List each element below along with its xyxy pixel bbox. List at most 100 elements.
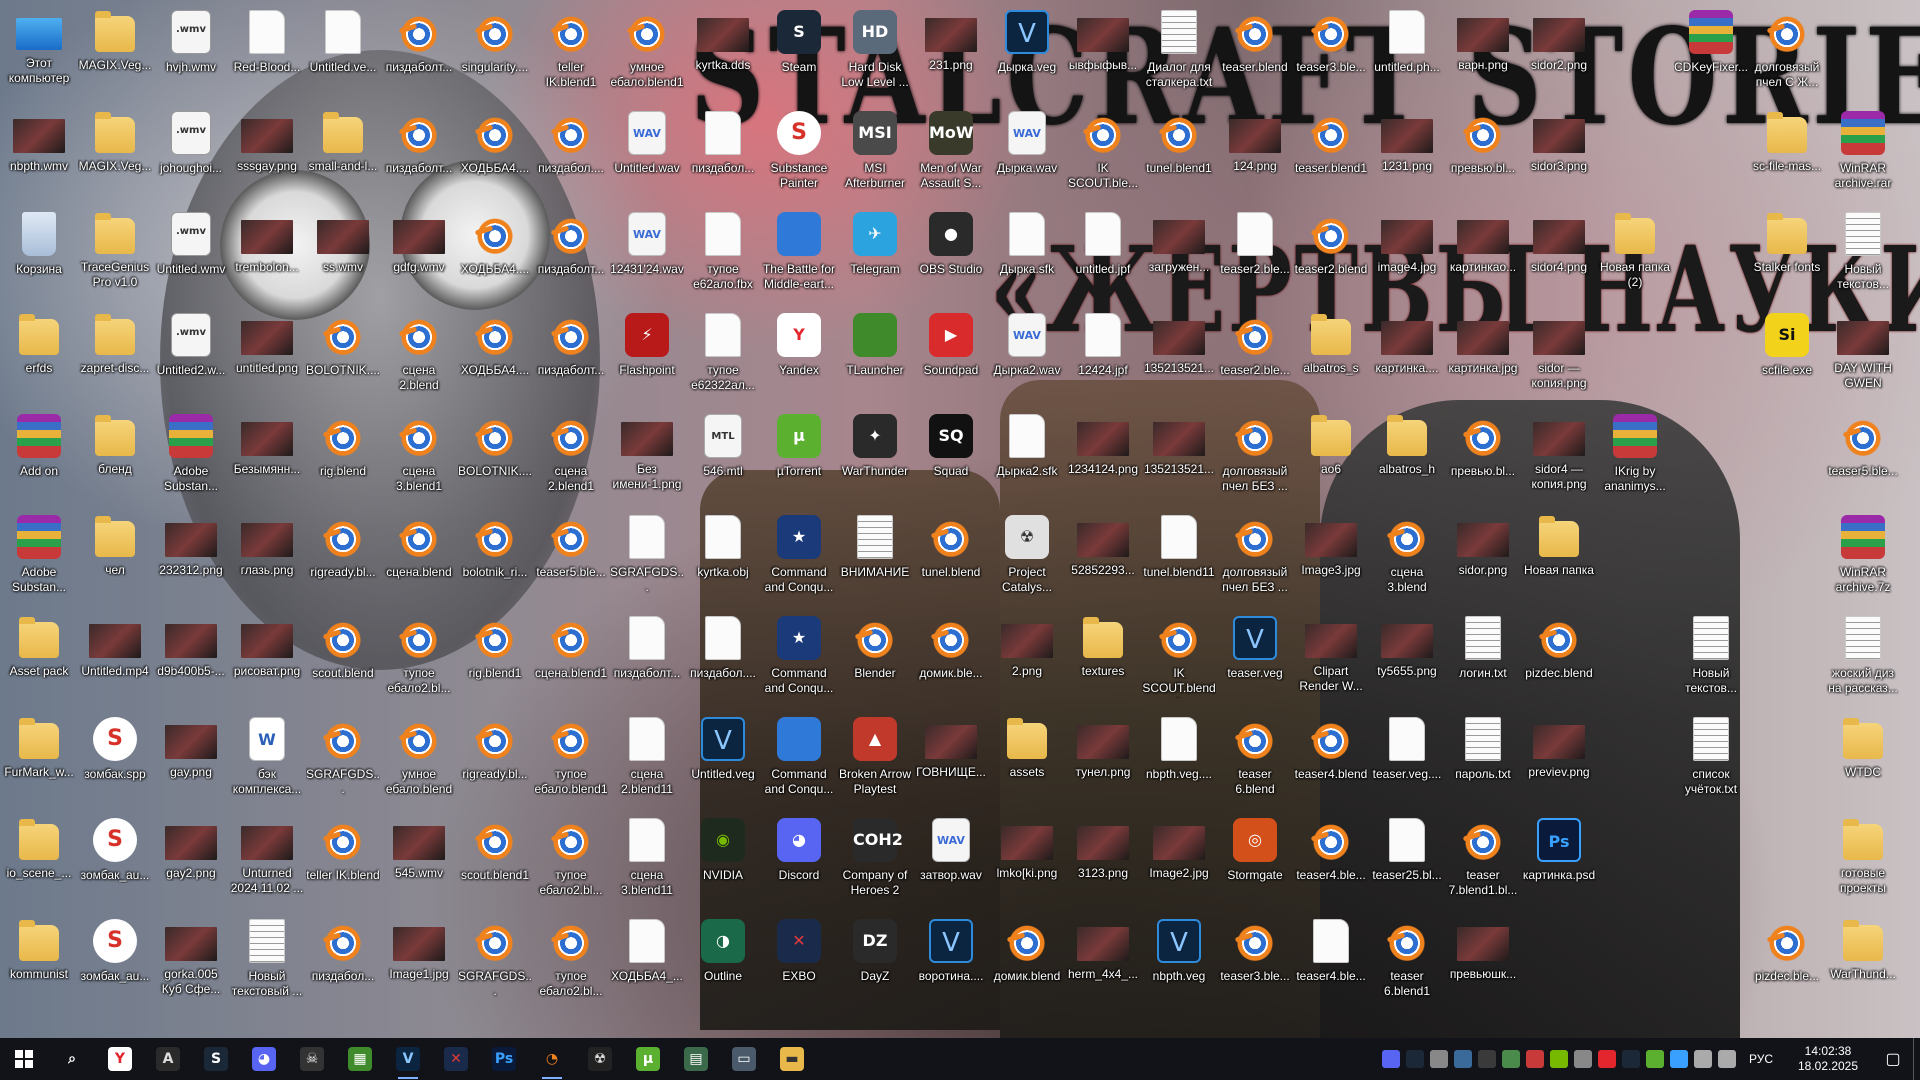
desktop-icon[interactable]: сцена 3.blend1: [382, 408, 456, 504]
desktop-icon[interactable]: ◕ Discord: [762, 812, 836, 908]
desktop-icon[interactable]: 135213521...: [1142, 307, 1216, 403]
desktop-icon[interactable]: Command and Conqu...: [762, 711, 836, 807]
desktop-icon[interactable]: тупое ебало2.bl...: [382, 610, 456, 706]
taskbar-app-radiation[interactable]: ☢: [576, 1038, 624, 1080]
desktop-icon[interactable]: сцена.blend1: [534, 610, 608, 706]
desktop-icon[interactable]: Sзомбак_au...: [78, 913, 152, 1009]
desktop-icon[interactable]: SQ Squad: [914, 408, 988, 504]
desktop-icon[interactable]: WarThund...: [1826, 913, 1900, 1009]
desktop-icon[interactable]: rigready.bl...: [306, 509, 380, 605]
desktop-icon[interactable]: TLauncher: [838, 307, 912, 403]
desktop-icon[interactable]: Корзина: [2, 206, 76, 302]
desktop-icon[interactable]: Adobe Substan...: [2, 509, 76, 605]
desktop-icon[interactable]: gay2.png: [154, 812, 228, 908]
desktop-icon[interactable]: Безымянн...: [230, 408, 304, 504]
desktop-icon[interactable]: µ µTorrent: [762, 408, 836, 504]
desktop-icon[interactable]: 124.png: [1218, 105, 1292, 201]
desktop-icon[interactable]: SGRAFGDS...: [610, 509, 684, 605]
desktop-icon[interactable]: тупое ебало2.bl...: [534, 913, 608, 1009]
desktop-icon[interactable]: teaser4.ble...: [1294, 913, 1368, 1009]
desktop-icon[interactable]: sidor.png: [1446, 509, 1520, 605]
desktop-icon[interactable]: тупое е62322ал...: [686, 307, 760, 403]
desktop-icon[interactable]: textures: [1066, 610, 1140, 706]
desktop-icon[interactable]: BOLOTNIK....: [458, 408, 532, 504]
desktop-icon[interactable]: домик.blend: [990, 913, 1064, 1009]
desktop-icon[interactable]: tunel.blend1: [1142, 105, 1216, 201]
desktop-icon[interactable]: сцена 3.blend: [1370, 509, 1444, 605]
desktop-icon[interactable]: пиздаболт...: [534, 206, 608, 302]
taskbar-app-yandex[interactable]: Y: [96, 1038, 144, 1080]
taskbar-app-utorrent[interactable]: µ: [624, 1038, 672, 1080]
desktop-icon[interactable]: untitled.jpf: [1066, 206, 1140, 302]
desktop-icon[interactable]: долговязый пчел С Ж...: [1750, 4, 1824, 100]
taskbar-app-computer[interactable]: ▭: [720, 1038, 768, 1080]
desktop-icon[interactable]: ◉ NVIDIA: [686, 812, 760, 908]
desktop-icon[interactable]: сцена.blend: [382, 509, 456, 605]
desktop-icon[interactable]: Clipart Render W...: [1294, 610, 1368, 706]
desktop-icon[interactable]: превью.bl...: [1446, 408, 1520, 504]
desktop-icon[interactable]: WAV 12431'24.wav: [610, 206, 684, 302]
desktop-icon[interactable]: глазь.png: [230, 509, 304, 605]
desktop-icon[interactable]: kyrtka.obj: [686, 509, 760, 605]
desktop-icon[interactable]: картинка.jpg: [1446, 307, 1520, 403]
desktop-icon[interactable]: Диалог для сталкера.txt: [1142, 4, 1216, 100]
desktop-icon[interactable]: ss.wmv: [306, 206, 380, 302]
desktop-icon[interactable]: тунел.png: [1066, 711, 1140, 807]
desktop-icon[interactable]: Новая папка: [1522, 509, 1596, 605]
desktop-icon[interactable]: .wmv hvjh.wmv: [154, 4, 228, 100]
desktop-icon[interactable]: Y Yandex: [762, 307, 836, 403]
desktop-icon[interactable]: пиздаболт...: [610, 610, 684, 706]
desktop-icon[interactable]: пиздаболт...: [534, 307, 608, 403]
taskbar-app-blender[interactable]: ◔: [528, 1038, 576, 1080]
desktop-icon[interactable]: pizdec.ble...: [1750, 913, 1824, 1009]
taskbar-app-vegas[interactable]: V: [384, 1038, 432, 1080]
desktop-icon[interactable]: Дырка2.sfk: [990, 408, 1064, 504]
desktop-icon[interactable]: Unturned 2024.11.02 ...: [230, 812, 304, 908]
desktop-icon[interactable]: картинкао...: [1446, 206, 1520, 302]
desktop-icon[interactable]: trembolon...: [230, 206, 304, 302]
desktop-icon[interactable]: Adobe Substan...: [154, 408, 228, 504]
desktop-icon[interactable]: 52852293...: [1066, 509, 1140, 605]
taskbar-app-search[interactable]: ⌕: [48, 1038, 96, 1080]
desktop-icon[interactable]: .wmv Untitled.wmv: [154, 206, 228, 302]
desktop-icon[interactable]: scout.blend1: [458, 812, 532, 908]
desktop-icon[interactable]: Новый текстовый ...: [230, 913, 304, 1009]
desktop-icon[interactable]: teaser3.ble...: [1218, 913, 1292, 1009]
desktop-icon[interactable]: BOLOTNIK....: [306, 307, 380, 403]
desktop-icon[interactable]: teaser2.ble...: [1218, 206, 1292, 302]
desktop-icon[interactable]: V Дырка.veg: [990, 4, 1064, 100]
desktop-icon[interactable]: IKrig by ananimys...: [1598, 408, 1672, 504]
desktop-icon[interactable]: zapret-disc...: [78, 307, 152, 403]
desktop-icon[interactable]: ▶ Soundpad: [914, 307, 988, 403]
desktop-icon[interactable]: долговязый пчел БЕЗ ...: [1218, 509, 1292, 605]
desktop-icon[interactable]: Vteaser.veg: [1218, 610, 1292, 706]
desktop-icon[interactable]: долговязый пчел БЕЗ ...: [1218, 408, 1292, 504]
desktop-icon[interactable]: teaser3.ble...: [1294, 4, 1368, 100]
tray-yandex-icon[interactable]: [1597, 1050, 1616, 1068]
desktop-icon[interactable]: WAV затвор.wav: [914, 812, 988, 908]
desktop-icon[interactable]: загружен...: [1142, 206, 1216, 302]
desktop-icon[interactable]: teaser5.ble...: [534, 509, 608, 605]
desktop-icon[interactable]: previev.png: [1522, 711, 1596, 807]
input-language-indicator[interactable]: РУС: [1749, 1052, 1773, 1066]
desktop-icon[interactable]: 231.png: [914, 4, 988, 100]
desktop-icon[interactable]: пиздаболт...: [382, 105, 456, 201]
desktop-icon[interactable]: FurMark_w...: [2, 711, 76, 807]
desktop-icon[interactable]: Новый текстов...: [1826, 206, 1900, 302]
show-desktop-button[interactable]: [1913, 1038, 1920, 1080]
desktop-icon[interactable]: kyrtka.dds: [686, 4, 760, 100]
desktop-icon[interactable]: ★ Command and Conqu...: [762, 610, 836, 706]
desktop-icon[interactable]: бленд: [78, 408, 152, 504]
desktop-icon[interactable]: tunel.blend11: [1142, 509, 1216, 605]
desktop-icon[interactable]: пиздаболт...: [382, 4, 456, 100]
desktop-icon[interactable]: gorka.005 Куб Сфе...: [154, 913, 228, 1009]
desktop-icon[interactable]: умное ебало.blend: [382, 711, 456, 807]
start-button[interactable]: [0, 1038, 48, 1080]
desktop-icon[interactable]: Дырка.sfk: [990, 206, 1064, 302]
desktop-icon[interactable]: erfds: [2, 307, 76, 403]
desktop-icon[interactable]: 1234124.png: [1066, 408, 1140, 504]
desktop-icon[interactable]: CDKeyFixer...: [1674, 4, 1748, 100]
desktop-icon[interactable]: ◎ Stormgate: [1218, 812, 1292, 908]
desktop-icon[interactable]: пиздабол....: [686, 610, 760, 706]
desktop-icon[interactable]: tunel.blend: [914, 509, 988, 605]
